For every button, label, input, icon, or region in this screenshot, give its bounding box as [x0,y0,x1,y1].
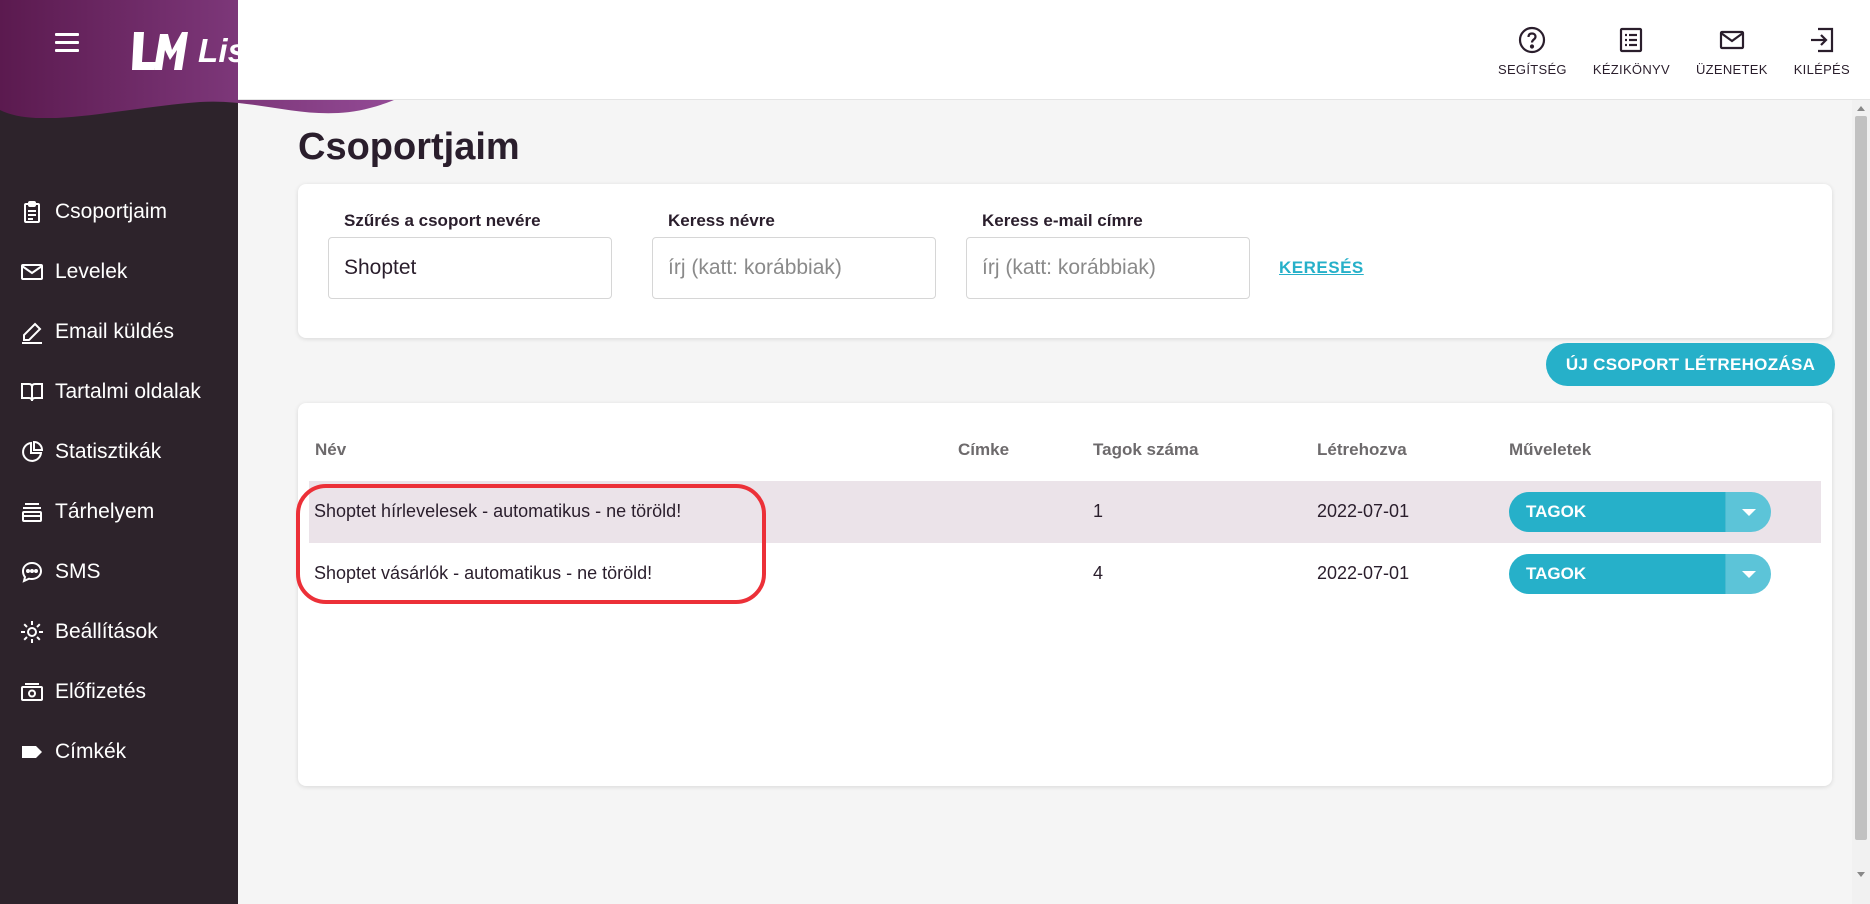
header-actions: SEGÍTSÉG KÉZIKÖNYV ÜZENETEK KILÉPÉS [1472,26,1850,77]
search-button[interactable]: KERESÉS [1279,258,1364,278]
members-split-button: TAGOK [1509,554,1771,594]
sidebar-item-label: Levelek [55,260,128,283]
logout-button[interactable]: KILÉPÉS [1794,26,1850,77]
page-title: Csoportjaim [298,126,520,168]
pencil-icon [22,322,42,344]
caret-down-icon [1741,508,1756,516]
sidebar-item-elofizetes[interactable]: Előfizetés [0,662,238,722]
table-row: Shoptet hírlevelesek - automatikus - ne … [309,481,1821,543]
group-created: 2022-07-01 [1317,501,1410,521]
name-search-input[interactable] [652,237,936,299]
sidebar-item-label: Előfizetés [55,680,147,703]
column-header-name[interactable]: Név [315,440,346,460]
group-filter-label: Szűrés a csoport nevére [344,211,541,230]
members-button[interactable]: TAGOK [1509,554,1725,594]
sidebar-nav: Csoportjaim Levelek Email küldés Tartalm… [0,182,238,782]
sidebar-item-label: Csoportjaim [55,200,168,223]
sidebar-item-csoportjaim[interactable]: Csoportjaim [0,182,238,242]
menu-toggle-icon[interactable] [55,33,79,53]
help-button[interactable]: SEGÍTSÉG [1498,26,1567,77]
sidebar-item-label: Címkék [55,740,127,763]
help-label: SEGÍTSÉG [1497,62,1567,77]
sidebar-item-statisztikak[interactable]: Statisztikák [0,422,238,482]
sidebar-item-label: Email küldés [55,320,175,343]
sidebar-item-label: SMS [55,560,101,583]
logout-label: KILÉPÉS [1793,62,1850,77]
manual-icon [1620,27,1643,53]
new-group-button[interactable]: ÚJ CSOPORT LÉTREHOZÁSA [1546,343,1835,386]
sidebar-item-tartalmi-oldalak[interactable]: Tartalmi oldalak [0,362,238,422]
scroll-up-icon[interactable] [1857,106,1865,111]
sidebar-item-label: Tárhelyem [55,500,155,523]
scrollbar-thumb[interactable] [1855,116,1867,840]
sidebar-item-label: Beállítások [55,620,158,643]
pie-chart-icon [22,440,44,462]
column-header-created[interactable]: Létrehozva [1317,440,1407,460]
logout-icon [1810,27,1833,53]
messages-button[interactable]: ÜZENETEK [1696,26,1768,77]
tag-icon [22,746,42,758]
column-header-members[interactable]: Tagok száma [1093,440,1199,460]
group-created: 2022-07-01 [1317,563,1410,583]
sidebar-item-tarhelyem[interactable]: Tárhelyem [0,482,238,542]
sidebar-item-label: Statisztikák [55,440,162,463]
manual-button[interactable]: KÉZIKÖNYV [1593,26,1670,77]
sidebar-item-levelek[interactable]: Levelek [0,242,238,302]
sidebar-item-beallitasok[interactable]: Beállítások [0,602,238,662]
column-header-label[interactable]: Címke [958,440,1009,460]
help-icon [1519,26,1546,54]
actions-dropdown-toggle[interactable] [1725,554,1771,594]
column-header-actions: Műveletek [1509,440,1592,459]
email-search-input[interactable] [966,237,1250,299]
manual-label: KÉZIKÖNYV [1592,62,1670,77]
members-split-button: TAGOK [1509,492,1771,532]
gear-icon [21,621,43,643]
sidebar-item-cimkek[interactable]: Címkék [0,722,238,782]
book-icon [21,383,43,402]
members-button[interactable]: TAGOK [1509,492,1725,532]
caret-down-icon [1741,570,1756,578]
messages-label: ÜZENETEK [1695,62,1768,77]
sidebar-item-label: Tartalmi oldalak [55,380,201,403]
money-icon [21,683,43,701]
envelope-icon [21,264,43,280]
group-filter-input[interactable] [328,237,612,299]
logo-mark-icon [132,32,188,70]
sidebar: ListaMester Csoportjaim Levelek Email kü… [0,0,500,904]
filter-card: Szűrés a csoport nevére Keress névre Ker… [298,184,1832,338]
scroll-down-icon[interactable] [1857,872,1865,877]
sidebar-item-email-kuldes[interactable]: Email küldés [0,302,238,362]
table-row: Shoptet vásárlók - automatikus - ne törö… [309,543,1821,605]
mail-icon [1719,30,1744,50]
group-members: 4 [1093,563,1104,583]
group-name[interactable]: Shoptet vásárlók - automatikus - ne törö… [314,563,652,584]
email-search-label: Keress e-mail címre [982,211,1143,230]
group-name[interactable]: Shoptet hírlevelesek - automatikus - ne … [314,501,681,522]
sidebar-item-sms[interactable]: SMS [0,542,238,602]
clipboard-icon [24,201,40,223]
top-header: SEGÍTSÉG KÉZIKÖNYV ÜZENETEK KILÉPÉS [238,0,1870,100]
actions-dropdown-toggle[interactable] [1725,492,1771,532]
chat-icon [21,561,43,583]
name-search-label: Keress névre [668,211,775,230]
group-members: 1 [1093,501,1104,521]
storage-icon [22,503,42,522]
